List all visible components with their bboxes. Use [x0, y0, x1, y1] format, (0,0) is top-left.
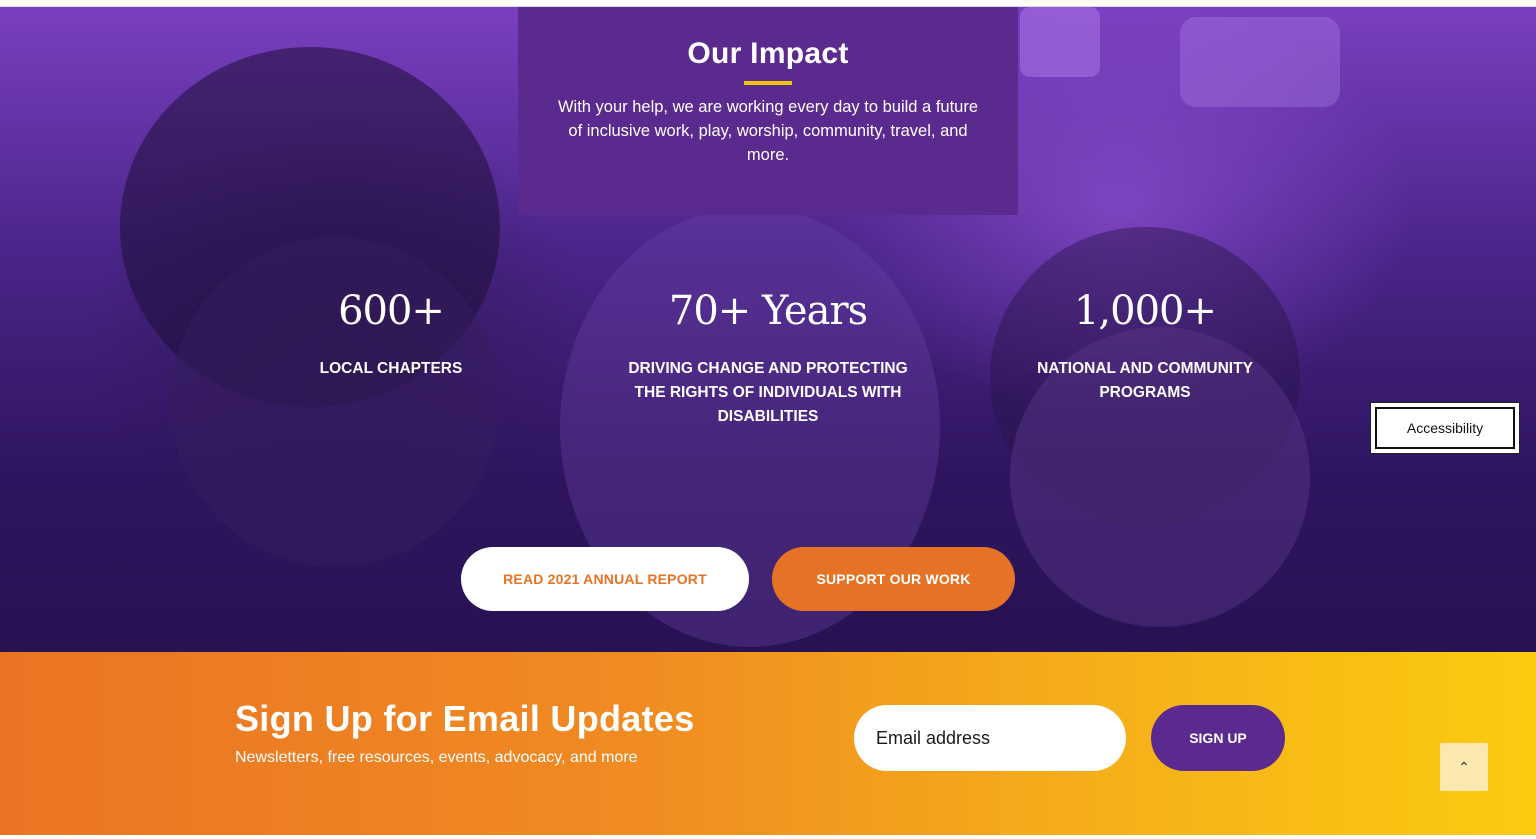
top-border	[0, 0, 1536, 7]
stat-number: 1,000+	[1073, 288, 1217, 334]
support-button[interactable]: SUPPORT OUR WORK	[772, 547, 1015, 611]
stat-label: DRIVING CHANGE AND PROTECTING THE RIGHTS…	[628, 360, 908, 425]
signup-subtitle: Newsletters, free resources, events, adv…	[235, 749, 638, 766]
annual-report-button[interactable]: READ 2021 ANNUAL REPORT	[461, 547, 749, 611]
stat-years: 70+ Years DRIVING CHANGE AND PROTECTING …	[618, 287, 918, 429]
email-input[interactable]	[854, 705, 1126, 771]
impact-hero: Our Impact With your help, we are workin…	[0, 7, 1536, 652]
stat-local-chapters: 600+ LOCAL CHAPTERS	[286, 287, 496, 381]
scroll-to-top-button[interactable]: ⌃	[1440, 743, 1488, 791]
photo-shape	[1020, 7, 1100, 77]
chevron-up-icon: ⌃	[1458, 758, 1470, 775]
sign-up-button[interactable]: SIGN UP	[1151, 705, 1285, 771]
stat-programs: 1,000+ NATIONAL AND COMMUNITY PROGRAMS	[1012, 287, 1278, 405]
stat-label: LOCAL CHAPTERS	[319, 360, 463, 377]
impact-description: With your help, we are working every day…	[557, 98, 979, 164]
impact-title: Our Impact	[687, 37, 849, 70]
photo-shape	[1180, 17, 1340, 107]
email-signup-section: Sign Up for Email Updates Newsletters, f…	[0, 652, 1536, 835]
bottom-border	[0, 835, 1536, 839]
stat-number: 70+ Years	[668, 288, 868, 334]
signup-title: Sign Up for Email Updates	[235, 698, 695, 739]
accessibility-button[interactable]: Accessibility	[1373, 405, 1517, 451]
impact-card: Our Impact With your help, we are workin…	[518, 7, 1018, 215]
stat-number: 600+	[338, 288, 445, 334]
title-underline	[744, 81, 792, 85]
stat-label: NATIONAL AND COMMUNITY PROGRAMS	[1037, 360, 1253, 401]
